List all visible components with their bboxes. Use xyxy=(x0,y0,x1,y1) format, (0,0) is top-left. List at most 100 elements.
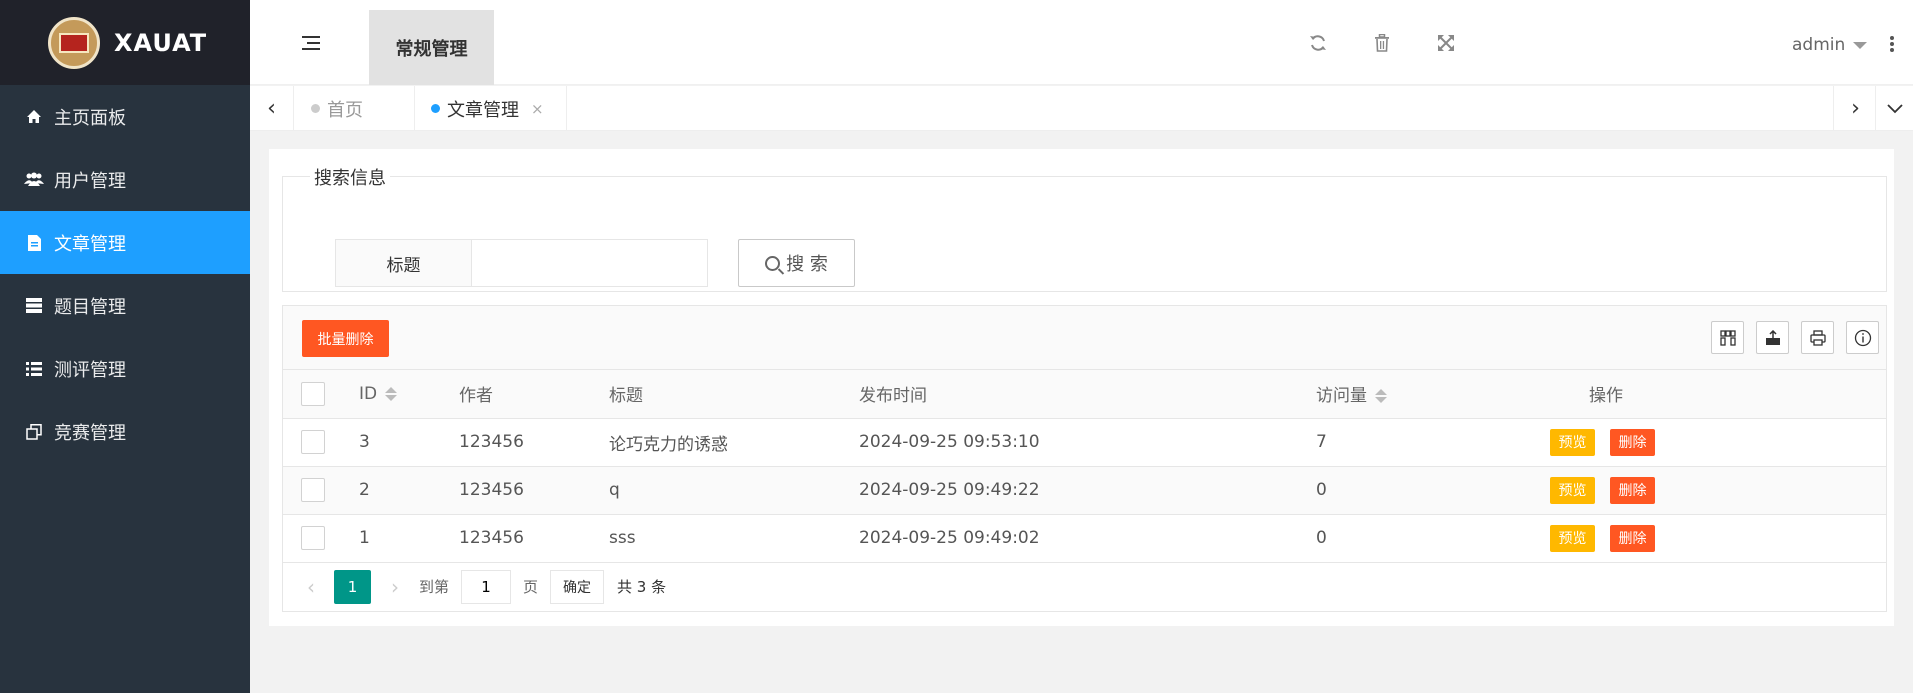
top-nav-general[interactable]: 常规管理 xyxy=(369,10,494,85)
cell-title: sss xyxy=(609,514,859,563)
select-all-checkbox[interactable] xyxy=(301,381,325,406)
sidebar-item-label: 竞赛管理 xyxy=(54,422,126,444)
goto-label: 到第 xyxy=(419,578,450,596)
user-menu[interactable]: admin xyxy=(1792,35,1868,55)
total-count: 共 3 条 xyxy=(617,578,667,596)
articles-table: 批量删除 ID 作者 标题 发布时间 访问量 操作 3 123456 论巧克力的… xyxy=(282,305,1887,612)
list-icon xyxy=(24,359,44,379)
table-toolbar: 批量删除 xyxy=(283,306,1886,370)
content-card: 搜索信息 标题 搜 索 批量删除 ID 作者 标题 发布时间 访问量 操作 3 … xyxy=(269,149,1894,626)
delete-button[interactable]: 删除 xyxy=(1610,428,1655,456)
data-table: ID 作者 标题 发布时间 访问量 操作 3 123456 论巧克力的诱惑 20… xyxy=(283,370,1886,563)
export-icon[interactable] xyxy=(1756,321,1789,354)
col-id-label: ID xyxy=(359,383,378,404)
logo[interactable]: XAUAT xyxy=(0,0,250,85)
fullscreen-icon[interactable] xyxy=(1436,34,1456,54)
sidebar-item-label: 用户管理 xyxy=(54,170,126,192)
sidebar-item-users[interactable]: 用户管理 xyxy=(0,148,250,211)
col-ops: 操作 xyxy=(1526,370,1886,419)
cell-author: 123456 xyxy=(459,466,609,515)
table-row: 3 123456 论巧克力的诱惑 2024-09-25 09:53:10 7 预… xyxy=(283,418,1886,467)
current-page-button[interactable]: 1 xyxy=(334,569,371,604)
search-button[interactable]: 搜 索 xyxy=(738,239,855,287)
preview-button[interactable]: 预览 xyxy=(1550,476,1595,504)
row-select-cell xyxy=(283,418,359,467)
sidebar-item-questions[interactable]: 题目管理 xyxy=(0,274,250,337)
col-views-label: 访问量 xyxy=(1316,386,1367,407)
col-title: 标题 xyxy=(609,370,859,419)
university-seal-icon xyxy=(48,16,100,69)
search-panel: 搜索信息 标题 搜 索 xyxy=(282,164,1887,292)
tab-dot-icon xyxy=(311,104,320,113)
row-checkbox[interactable] xyxy=(301,526,325,550)
sidebar-item-contests[interactable]: 竞赛管理 xyxy=(0,400,250,463)
tabs-scroll-right-icon[interactable]: › xyxy=(1833,86,1877,131)
title-field-label: 标题 xyxy=(335,239,472,287)
home-icon xyxy=(24,107,44,127)
cell-author: 123456 xyxy=(459,418,609,467)
more-icon[interactable] xyxy=(1890,36,1894,54)
sidebar-menu: 主页面板 用户管理 文章管理 题目管理 测评管理 竞赛管理 xyxy=(0,85,250,463)
columns-icon[interactable] xyxy=(1711,321,1744,354)
search-button-label: 搜 索 xyxy=(786,254,828,275)
cell-author: 123456 xyxy=(459,514,609,563)
menu-toggle-icon[interactable] xyxy=(302,36,322,52)
tabs-scroll-left-icon[interactable]: ‹ xyxy=(250,86,294,131)
sort-icon[interactable] xyxy=(1375,389,1387,404)
tabs-dropdown-icon[interactable] xyxy=(1875,86,1913,131)
search-icon xyxy=(765,255,781,271)
cell-time: 2024-09-25 09:49:22 xyxy=(859,466,1316,515)
refresh-icon[interactable] xyxy=(1308,34,1328,54)
row-checkbox[interactable] xyxy=(301,478,325,502)
pagination: ‹ 1 › 到第 页 确定 共 3 条 xyxy=(283,563,1886,611)
table-header-row: ID 作者 标题 发布时间 访问量 操作 xyxy=(283,370,1886,419)
sidebar-item-label: 题目管理 xyxy=(54,296,126,318)
col-author: 作者 xyxy=(459,370,609,419)
cell-ops: 预览 删除 xyxy=(1526,418,1886,467)
info-icon[interactable] xyxy=(1846,321,1879,354)
delete-button[interactable]: 删除 xyxy=(1610,524,1655,552)
sidebar-item-assessments[interactable]: 测评管理 xyxy=(0,337,250,400)
sidebar-item-articles[interactable]: 文章管理 xyxy=(0,211,250,274)
cell-time: 2024-09-25 09:49:02 xyxy=(859,514,1316,563)
page-label: 页 xyxy=(523,578,539,596)
row-select-cell xyxy=(283,514,359,563)
next-page-icon[interactable]: › xyxy=(385,575,405,599)
confirm-page-button[interactable]: 确定 xyxy=(550,569,605,604)
col-id[interactable]: ID xyxy=(359,370,459,419)
username: admin xyxy=(1792,35,1846,55)
table-row: 1 123456 sss 2024-09-25 09:49:02 0 预览 删除 xyxy=(283,514,1886,563)
col-views[interactable]: 访问量 xyxy=(1316,370,1526,419)
tab-home[interactable]: 首页 xyxy=(295,86,415,131)
cell-time: 2024-09-25 09:53:10 xyxy=(859,418,1316,467)
delete-button[interactable]: 删除 xyxy=(1610,476,1655,504)
tab-label: 文章管理 xyxy=(447,99,519,121)
cell-views: 7 xyxy=(1316,418,1526,467)
tab-dot-icon xyxy=(431,104,440,113)
cell-id: 1 xyxy=(359,514,459,563)
tab-label: 首页 xyxy=(327,99,363,121)
row-select-cell xyxy=(283,466,359,515)
cell-title: q xyxy=(609,466,859,515)
row-checkbox[interactable] xyxy=(301,430,325,454)
close-icon[interactable]: × xyxy=(531,100,544,118)
top-header: 常规管理 admin xyxy=(250,0,1913,85)
title-search-input[interactable] xyxy=(471,239,708,287)
sidebar-item-label: 测评管理 xyxy=(54,359,126,381)
batch-delete-button[interactable]: 批量删除 xyxy=(302,320,389,357)
sort-icon[interactable] xyxy=(385,386,398,401)
preview-button[interactable]: 预览 xyxy=(1550,428,1595,456)
prev-page-icon[interactable]: ‹ xyxy=(301,575,321,599)
trash-icon[interactable] xyxy=(1372,33,1392,54)
cell-id: 2 xyxy=(359,466,459,515)
clone-icon xyxy=(24,422,44,442)
tab-articles[interactable]: 文章管理 × xyxy=(415,86,567,131)
page-number-input[interactable] xyxy=(461,569,512,604)
print-icon[interactable] xyxy=(1801,321,1834,354)
sidebar-item-label: 文章管理 xyxy=(54,233,126,255)
server-icon xyxy=(24,296,44,316)
preview-button[interactable]: 预览 xyxy=(1550,524,1595,552)
file-icon xyxy=(24,233,44,253)
table-row: 2 123456 q 2024-09-25 09:49:22 0 预览 删除 xyxy=(283,466,1886,515)
sidebar-item-dashboard[interactable]: 主页面板 xyxy=(0,85,250,148)
